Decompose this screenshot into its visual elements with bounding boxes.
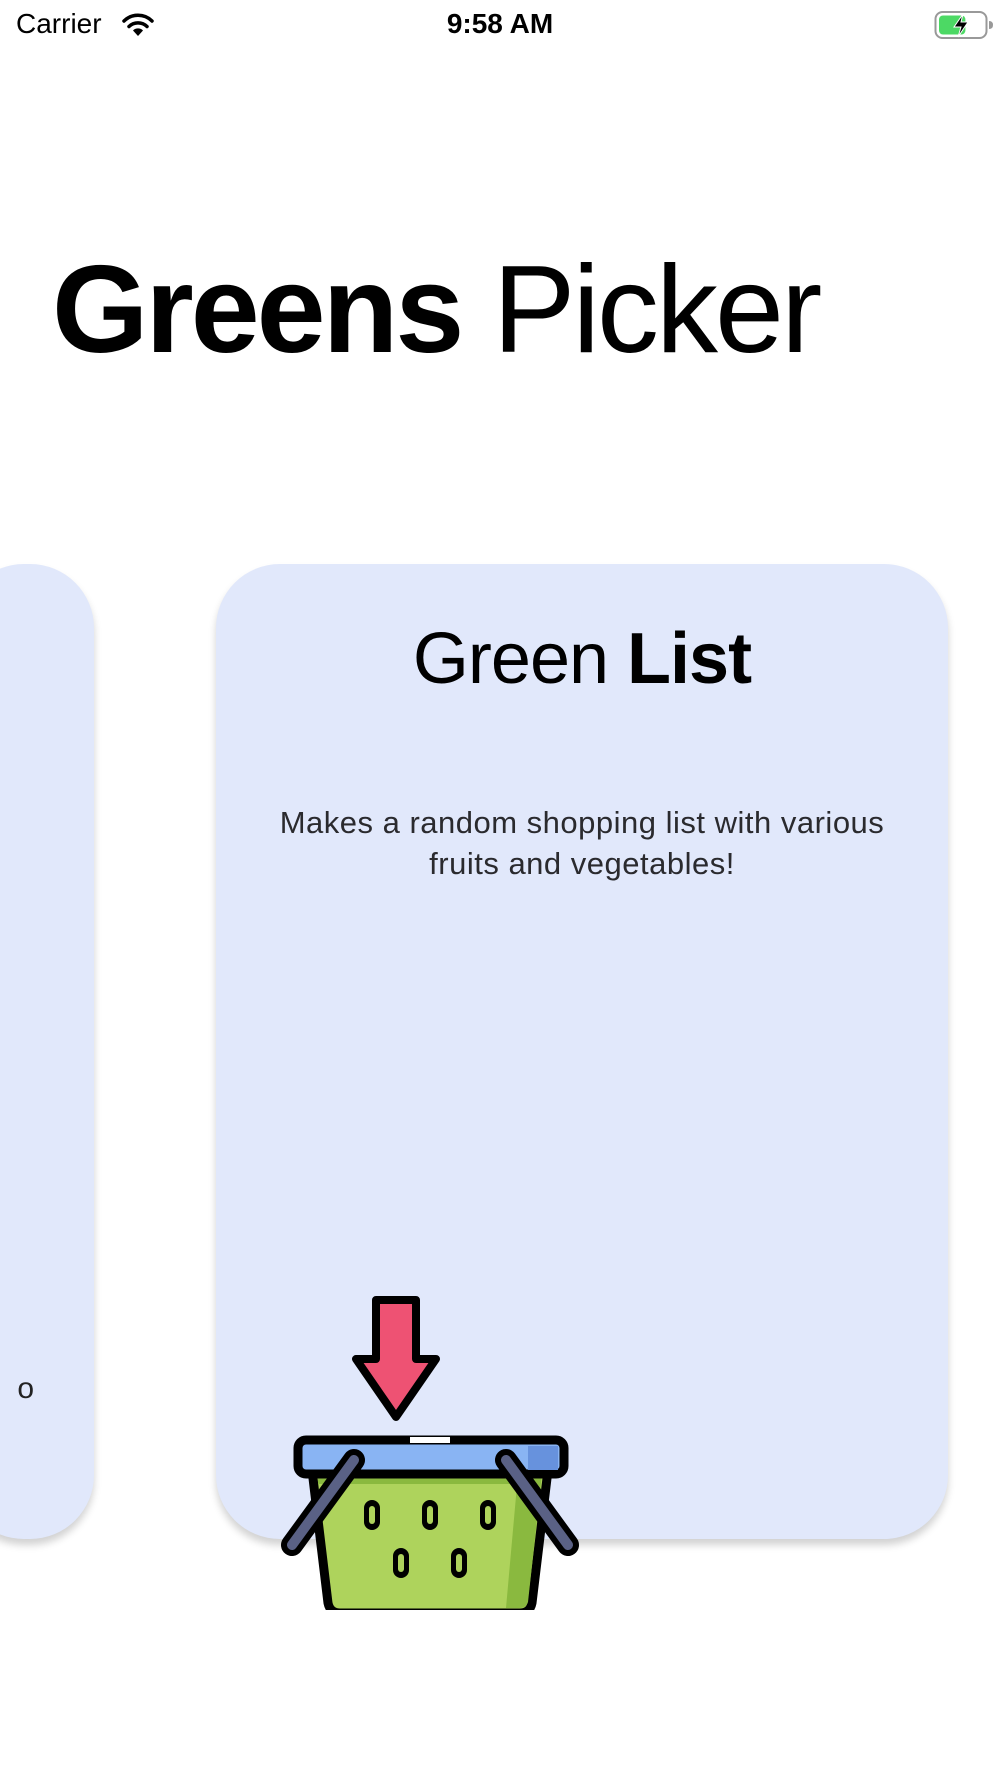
card-title-regular: Green <box>412 619 609 699</box>
card-title: Green List <box>216 614 948 704</box>
clock: 9:58 AM <box>446 8 554 39</box>
battery-charging-icon <box>934 11 993 39</box>
page-title: Greens Picker <box>52 240 823 380</box>
page-title-bold: Greens <box>52 241 464 379</box>
shopping-basket-icon <box>281 1296 579 1610</box>
previous-card[interactable]: o <box>0 564 94 1539</box>
card-title-bold: List <box>627 619 752 699</box>
previous-card-text: o <box>17 1372 34 1405</box>
status-bar: Carrier 9:58 AM <box>0 0 1000 52</box>
card-description: Makes a random shopping list with variou… <box>279 805 885 881</box>
page-title-regular: Picker <box>492 241 823 379</box>
